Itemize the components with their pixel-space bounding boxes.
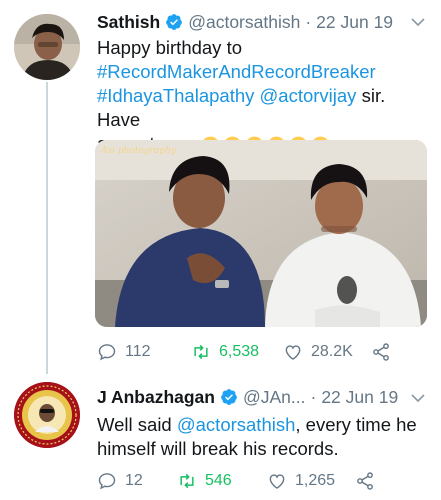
tweet-text: Well said @actorsathish, every time he h… xyxy=(97,413,427,461)
like-button[interactable]: 1,265 xyxy=(267,471,355,491)
hashtag-link[interactable]: #RecordMakerAndRecordBreaker xyxy=(97,61,376,82)
tweet-text-line: Well said @actorsathish, every time he xyxy=(97,414,417,435)
reply-button[interactable]: 112 xyxy=(97,342,191,362)
retweet-count: 546 xyxy=(205,472,232,489)
avatar-sathish[interactable] xyxy=(14,14,80,80)
verified-badge-icon xyxy=(166,14,183,30)
like-icon xyxy=(285,345,301,360)
display-name[interactable]: Sathish xyxy=(97,12,160,33)
photo-watermark: Asi photography xyxy=(101,146,176,156)
tweet-header: Sathish @actorsathish · 22 Jun 19 xyxy=(97,9,393,35)
separator-dot: · xyxy=(305,11,312,32)
chevron-down-icon[interactable] xyxy=(411,17,425,27)
reply-count: 12 xyxy=(125,472,143,489)
tweet-text-line: #IdhayaThalapathy @actorvijay sir. Have xyxy=(97,85,386,130)
share-button[interactable] xyxy=(371,342,399,362)
reply-icon xyxy=(98,344,116,361)
tweet-text: Happy birthday to #RecordMakerAndRecordB… xyxy=(97,36,427,156)
photo-illustration xyxy=(95,140,427,327)
tweet-text-line: #RecordMakerAndRecordBreaker xyxy=(97,60,427,84)
mention-link[interactable]: @actorvijay xyxy=(260,85,357,106)
user-handle[interactable]: @actorsathish xyxy=(188,12,300,33)
mention-link[interactable]: @actorsathish xyxy=(177,414,296,435)
tweet-media-photo[interactable]: Asi photography xyxy=(95,140,427,327)
retweet-button[interactable]: 546 xyxy=(177,471,267,491)
hashtag-link[interactable]: #IdhayaThalapathy xyxy=(97,85,254,106)
tweet-header: J Anbazhagan @JAn... · 22 Jun 19 xyxy=(97,384,398,410)
tweet-text-line: himself will break his records. xyxy=(97,438,339,459)
like-icon xyxy=(269,474,285,489)
retweet-icon xyxy=(194,344,208,360)
verified-badge-icon xyxy=(221,389,237,405)
share-icon xyxy=(373,343,389,361)
retweet-button[interactable]: 6,538 xyxy=(191,342,283,362)
share-button[interactable] xyxy=(355,471,383,491)
user-handle[interactable]: @JAn... xyxy=(243,387,306,408)
like-count: 28.2K xyxy=(311,343,353,360)
separator-dot: · xyxy=(310,386,317,407)
tweet-actions: 12 546 1,265 xyxy=(97,470,383,492)
share-icon xyxy=(357,472,373,490)
tweet-date[interactable]: 22 Jun 19 xyxy=(321,387,398,408)
like-count: 1,265 xyxy=(295,472,336,489)
reply-button[interactable]: 12 xyxy=(97,471,177,491)
retweet-count: 6,538 xyxy=(219,343,260,360)
tweet-text-line: Happy birthday to xyxy=(97,37,243,58)
reply-count: 112 xyxy=(125,343,151,360)
like-button[interactable]: 28.2K xyxy=(283,342,371,362)
reply-icon xyxy=(98,473,116,490)
chevron-down-icon[interactable] xyxy=(411,393,425,403)
tweet-date[interactable]: 22 Jun 19 xyxy=(316,12,393,33)
avatar-janbazhagan[interactable] xyxy=(14,382,80,448)
tweet-actions: 112 6,538 28.2K xyxy=(97,341,399,363)
retweet-icon xyxy=(180,473,194,489)
display-name[interactable]: J Anbazhagan xyxy=(97,387,215,408)
